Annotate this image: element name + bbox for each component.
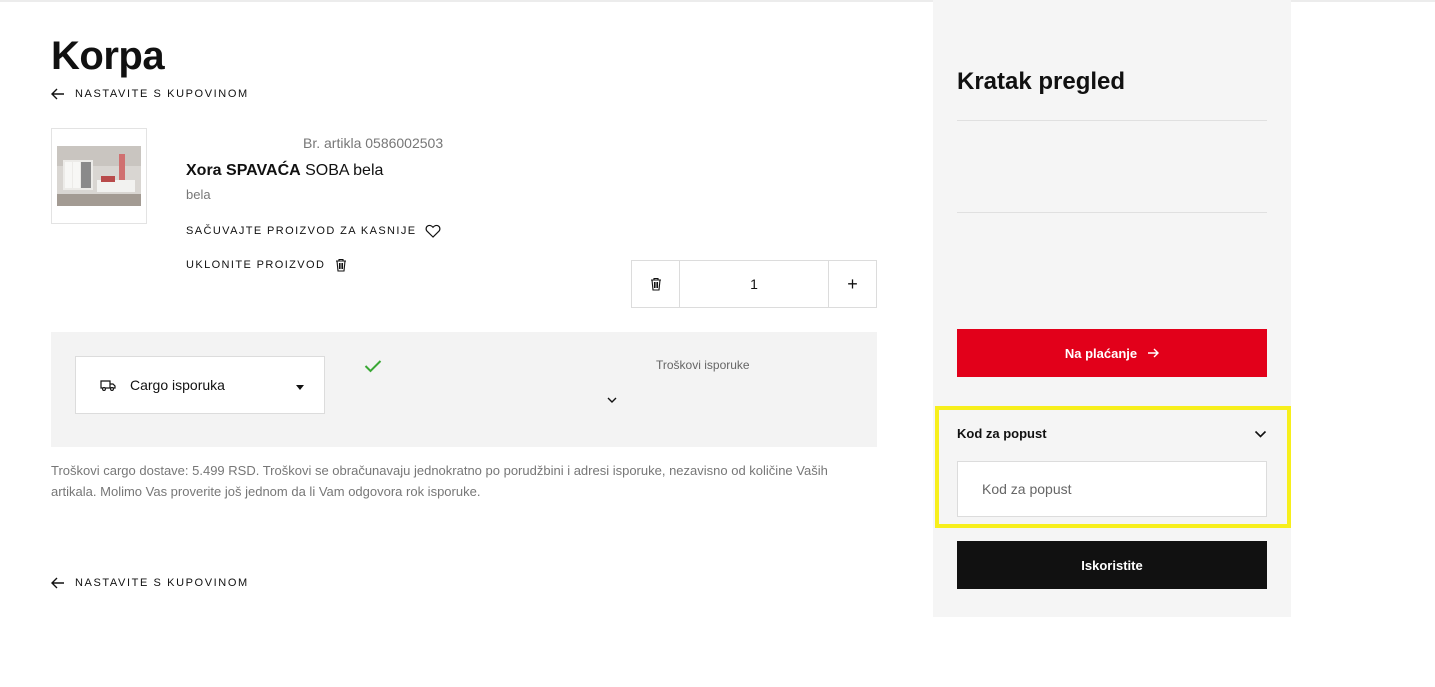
quantity-stepper: 1 + [631, 260, 877, 308]
arrow-left-icon [51, 577, 64, 589]
summary-divider [957, 120, 1267, 121]
chevron-down-icon[interactable] [606, 396, 618, 404]
product-name-bold: Xora SPAVAĆA [186, 162, 301, 179]
continue-shopping-link-top[interactable]: NASTAVITE S KUPOVINOM [51, 88, 249, 100]
delivery-method-select[interactable]: Cargo isporuka [75, 356, 325, 414]
apply-discount-button[interactable]: Iskoristite [957, 541, 1267, 589]
quantity-remove-button[interactable] [632, 261, 680, 307]
product-image[interactable] [51, 128, 147, 224]
remove-product-label: UKLONITE PROIZVOD [186, 259, 326, 271]
discount-code-input[interactable] [957, 461, 1267, 517]
quantity-value[interactable]: 1 [680, 261, 828, 307]
caret-down-icon [296, 384, 304, 390]
chevron-down-icon [1254, 430, 1267, 438]
delivery-method-label: Cargo isporuka [130, 377, 225, 393]
summary-divider [957, 212, 1267, 213]
save-for-later-label: SAČUVAJTE PROIZVOD ZA KASNIJE [186, 225, 417, 237]
heart-icon [425, 224, 440, 238]
arrow-left-icon [51, 88, 64, 100]
page-title: Korpa [51, 34, 165, 78]
trash-icon [336, 258, 347, 272]
trash-icon [650, 277, 661, 291]
bedroom-image [57, 146, 141, 206]
product-name-rest: SOBA bela [300, 162, 384, 179]
product-name[interactable]: Xora SPAVAĆA SOBA bela [186, 162, 383, 180]
product-variant: bela [186, 187, 211, 202]
delivery-note: Troškovi cargo dostave: 5.499 RSD. Trošk… [51, 463, 828, 499]
discount-code-title: Kod za popust [957, 426, 1047, 441]
checkout-button[interactable]: Na plaćanje [957, 329, 1267, 377]
continue-shopping-link-bottom[interactable]: NASTAVITE S KUPOVINOM [51, 577, 249, 589]
continue-shopping-label: NASTAVITE S KUPOVINOM [75, 88, 249, 100]
checkout-label: Na plaćanje [1064, 345, 1138, 361]
discount-code-toggle[interactable]: Kod za popust [957, 426, 1267, 441]
truck-icon [100, 380, 116, 391]
quantity-increase-button[interactable]: + [828, 261, 876, 307]
remove-product-button[interactable]: UKLONITE PROIZVOD [186, 257, 349, 273]
save-for-later-button[interactable]: SAČUVAJTE PROIZVOD ZA KASNIJE [186, 223, 441, 239]
delivery-cost-label: Troškovi isporuke [656, 358, 750, 372]
continue-shopping-label: NASTAVITE S KUPOVINOM [75, 577, 249, 589]
check-icon [364, 360, 382, 373]
delivery-panel: Cargo isporuka Troškovi isporuke [51, 332, 877, 447]
summary-title: Kratak pregled [957, 68, 1126, 95]
article-number: Br. artikla 0586002503 [303, 135, 444, 151]
arrow-right-icon [1148, 348, 1160, 358]
